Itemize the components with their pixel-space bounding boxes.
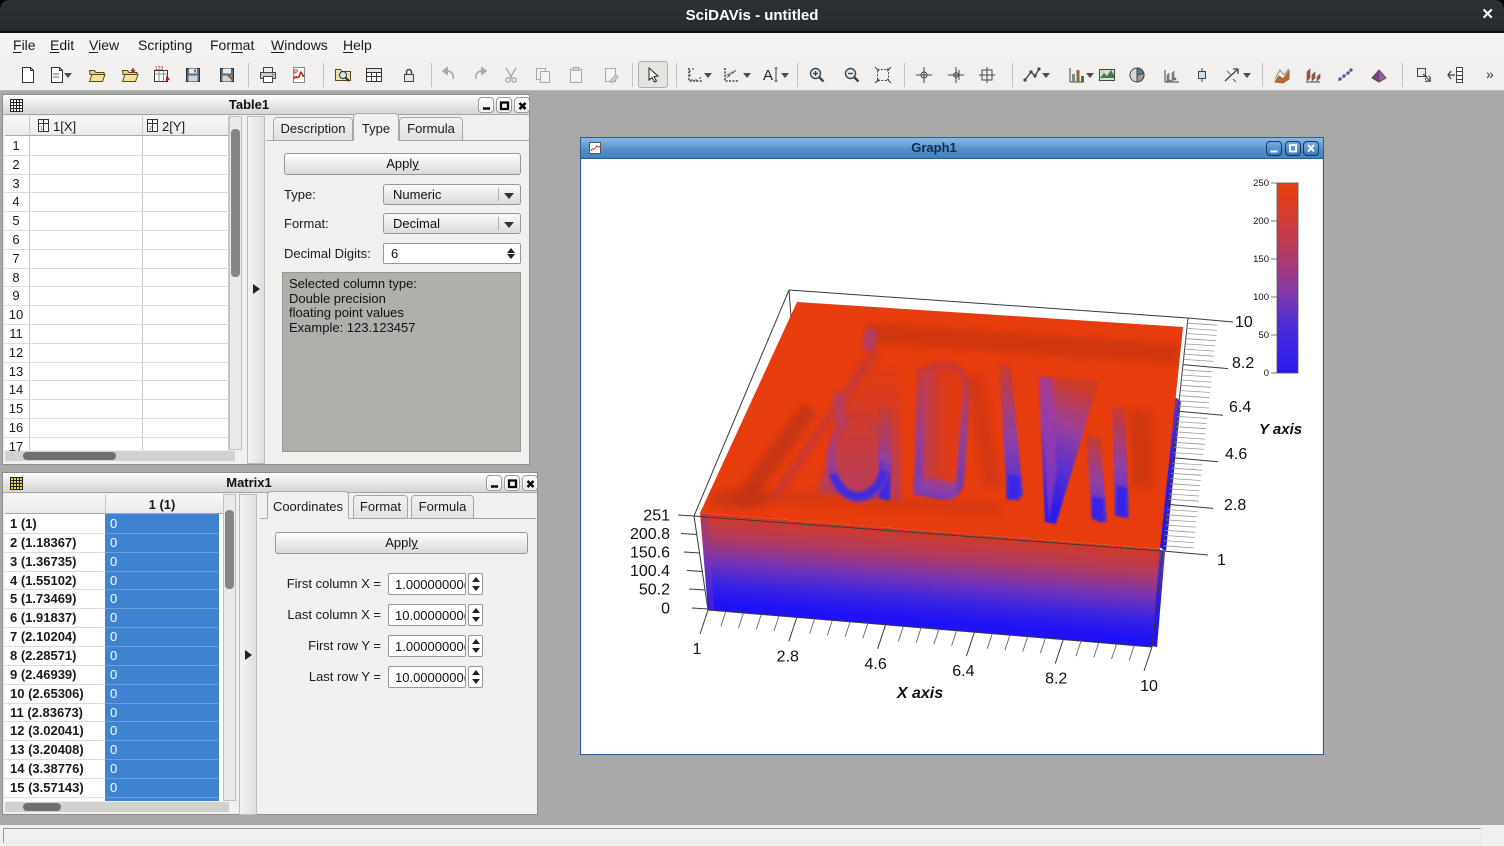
- svg-text:50.2: 50.2: [639, 582, 670, 599]
- svg-text:6.4: 6.4: [952, 663, 974, 680]
- svg-text:0: 0: [1264, 368, 1269, 379]
- svg-text:100.4: 100.4: [630, 563, 670, 580]
- svg-text:250: 250: [1253, 178, 1269, 189]
- svg-text:123: 123: [155, 66, 164, 72]
- svg-text:10: 10: [1235, 314, 1253, 331]
- svg-text:2.8: 2.8: [1224, 497, 1246, 514]
- svg-text:251: 251: [643, 508, 670, 525]
- svg-text:P: P: [294, 70, 298, 76]
- svg-text:1: 1: [40, 126, 43, 132]
- svg-text:200: 200: [1253, 216, 1269, 227]
- svg-text:8.2: 8.2: [1232, 355, 1254, 372]
- svg-text:1: 1: [693, 641, 702, 658]
- svg-text:10: 10: [1140, 678, 1158, 695]
- svg-text:0: 0: [661, 601, 670, 618]
- svg-text:1: 1: [1217, 552, 1226, 569]
- svg-text:50: 50: [1258, 330, 1269, 341]
- svg-text:150: 150: [1253, 254, 1269, 265]
- svg-text:100: 100: [1253, 292, 1269, 303]
- svg-text:150.6: 150.6: [630, 545, 670, 562]
- svg-text:200.8: 200.8: [630, 526, 670, 543]
- svg-text:2.8: 2.8: [777, 648, 799, 665]
- svg-text:4.6: 4.6: [1225, 446, 1247, 463]
- svg-text:8.2: 8.2: [1045, 671, 1067, 688]
- svg-text:4.6: 4.6: [864, 656, 886, 673]
- svg-text:A: A: [763, 67, 773, 84]
- svg-text:2: 2: [149, 126, 152, 132]
- svg-text:Y axis: Y axis: [1259, 421, 1302, 438]
- svg-text:X axis: X axis: [896, 685, 943, 702]
- svg-text:6.4: 6.4: [1229, 399, 1251, 416]
